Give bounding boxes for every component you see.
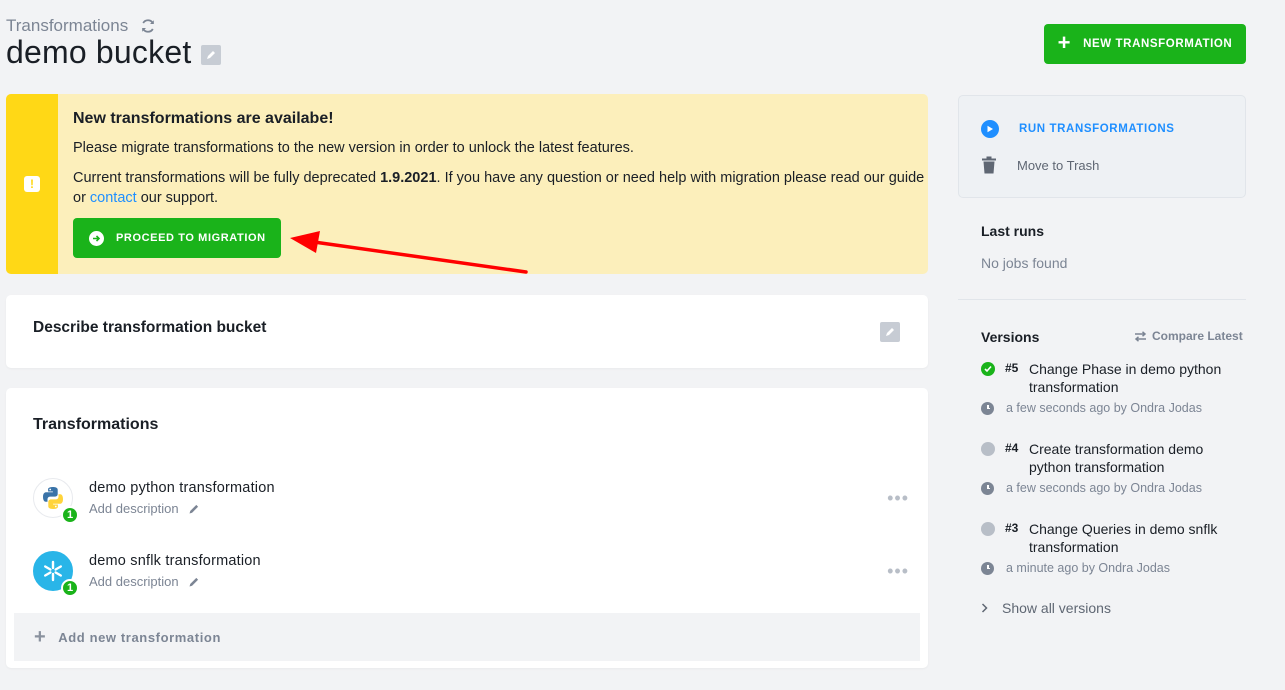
sidebar-actions: RUN TRANSFORMATIONS Move to Trash — [958, 95, 1246, 198]
transformation-row[interactable]: 1 demo snflk transformation Add descript… — [33, 551, 913, 601]
refresh-icon[interactable] — [140, 18, 156, 34]
compare-latest-label: Compare Latest — [1152, 329, 1243, 343]
add-new-transformation-label: Add new transformation — [58, 629, 221, 645]
arrow-right-circle-icon — [89, 230, 104, 246]
pencil-icon — [189, 577, 198, 586]
chevron-right-icon — [981, 603, 988, 613]
breadcrumb[interactable]: Transformations — [6, 16, 128, 36]
transformation-description-text: Add description — [89, 574, 179, 589]
run-transformations-button[interactable]: RUN TRANSFORMATIONS — [981, 120, 1175, 138]
transformation-badge: 1 — [61, 506, 79, 524]
edit-title-icon[interactable] — [201, 44, 222, 65]
version-meta: a few seconds ago by Ondra Jodas — [981, 401, 1202, 415]
exclamation-icon: ! — [24, 176, 40, 192]
pencil-icon — [189, 504, 198, 513]
sidebar-divider — [958, 299, 1246, 300]
page-title: demo bucket — [6, 34, 192, 70]
plus-icon: + — [34, 626, 47, 648]
transformation-badge: 1 — [61, 579, 79, 597]
breadcrumb-row: Transformations — [6, 16, 156, 36]
clock-icon — [981, 561, 994, 575]
play-icon — [981, 120, 999, 138]
transformation-description[interactable]: Add description — [89, 574, 200, 589]
new-transformation-label: NEW TRANSFORMATION — [1083, 38, 1233, 50]
swap-arrows-icon — [1134, 330, 1147, 342]
describe-bucket-title: Describe transformation bucket — [33, 319, 267, 336]
version-meta: a few seconds ago by Ondra Jodas — [981, 481, 1202, 495]
last-runs-title: Last runs — [981, 223, 1045, 239]
plus-icon: + — [1057, 30, 1072, 55]
proceed-to-migration-label: PROCEED TO MIGRATION — [116, 232, 266, 244]
transformation-name[interactable]: demo snflk transformation — [89, 553, 261, 569]
version-meta: a minute ago by Ondra Jodas — [981, 561, 1170, 575]
pencil-icon — [886, 328, 894, 336]
alert-line-2-end: our support. — [136, 190, 219, 206]
version-text: Create transformation demo python transf… — [1029, 441, 1204, 475]
new-transformation-button[interactable]: + NEW TRANSFORMATION — [1044, 24, 1246, 64]
version-meta-text: a few seconds ago by Ondra Jodas — [1006, 401, 1202, 415]
move-to-trash-button[interactable]: Move to Trash — [981, 156, 1099, 174]
version-text: Change Queries in demo snflk transformat… — [1029, 521, 1218, 555]
describe-bucket-card[interactable]: Describe transformation bucket — [6, 295, 928, 368]
deprecation-date: 1.9.2021 — [380, 170, 437, 186]
transformation-row[interactable]: 1 demo python transformation Add descrip… — [33, 478, 913, 528]
transformation-description-text: Add description — [89, 501, 179, 516]
versions-title: Versions — [981, 329, 1040, 345]
transformation-description[interactable]: Add description — [89, 501, 200, 516]
annotation-arrow-icon — [290, 231, 528, 274]
version-meta-text: a minute ago by Ondra Jodas — [1006, 561, 1170, 575]
transformations-title: Transformations — [33, 416, 159, 433]
trash-icon — [982, 156, 996, 174]
version-text: Change Phase in demo python transformati… — [1029, 361, 1222, 395]
version-number: #5 — [1005, 361, 1019, 375]
transformation-name[interactable]: demo python transformation — [89, 480, 275, 496]
version-number: #3 — [1005, 521, 1019, 535]
contact-link[interactable]: contact — [90, 190, 137, 206]
proceed-to-migration-button[interactable]: PROCEED TO MIGRATION — [73, 218, 281, 258]
compare-latest-button[interactable]: Compare Latest — [1134, 329, 1243, 343]
title-row: demo bucket — [6, 34, 222, 71]
transformations-card: Transformations 1 demo python transforma… — [6, 388, 928, 668]
pencil-icon — [207, 50, 216, 59]
clock-icon — [981, 481, 994, 495]
show-all-versions-link[interactable]: Show all versions — [981, 600, 1111, 616]
more-options-icon[interactable]: ••• — [887, 561, 909, 582]
show-all-versions-label: Show all versions — [1002, 600, 1111, 616]
add-new-transformation-button[interactable]: + Add new transformation — [14, 613, 920, 661]
edit-description-icon[interactable] — [880, 322, 900, 342]
version-status-dot-icon — [981, 442, 995, 456]
more-options-icon[interactable]: ••• — [887, 488, 909, 509]
last-runs-empty: No jobs found — [981, 255, 1068, 271]
version-status-dot-icon — [981, 522, 995, 536]
alert-line-2-prefix: Current transformations will be fully de… — [73, 170, 381, 186]
move-to-trash-label: Move to Trash — [1017, 157, 1100, 173]
alert-line-2: Current transformations will be fully de… — [73, 168, 928, 208]
alert-title: New transformations are availabe! — [73, 110, 334, 127]
run-transformations-label: RUN TRANSFORMATIONS — [1019, 123, 1175, 135]
alert-strip: ! — [6, 94, 58, 274]
alert-line-1: Please migrate transformations to the ne… — [73, 140, 634, 156]
clock-icon — [981, 401, 994, 415]
check-circle-icon — [981, 362, 995, 376]
version-number: #4 — [1005, 441, 1019, 455]
version-meta-text: a few seconds ago by Ondra Jodas — [1006, 481, 1202, 495]
